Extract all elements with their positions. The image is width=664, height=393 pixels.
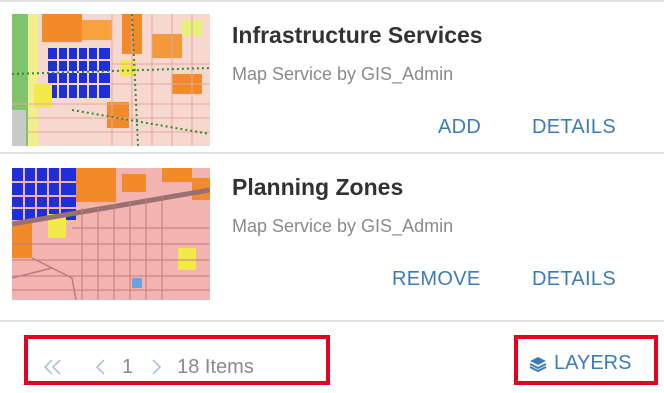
layers-label: LAYERS: [554, 352, 632, 374]
details-button[interactable]: DETAILS: [532, 116, 616, 139]
service-subtitle: Map Service by GIS_Admin: [232, 216, 454, 236]
current-page: 1: [122, 355, 134, 378]
chevron-right-icon[interactable]: [149, 357, 163, 377]
details-button[interactable]: DETAILS: [532, 268, 616, 291]
service-card-infrastructure: Infrastructure Services Map Service by G…: [0, 2, 664, 150]
pagination: 1 18 Items: [42, 352, 254, 382]
layers-button[interactable]: LAYERS: [528, 352, 631, 375]
service-card-planning: Planning Zones Map Service by GIS_Admin …: [0, 154, 664, 314]
service-title: Planning Zones: [232, 174, 404, 200]
add-button[interactable]: ADD: [438, 116, 481, 139]
double-chevron-left-icon[interactable]: [42, 357, 64, 377]
thumbnail-infrastructure-map: [12, 14, 210, 146]
layers-icon: [528, 355, 548, 373]
remove-button[interactable]: REMOVE: [392, 268, 480, 291]
service-title: Infrastructure Services: [232, 22, 483, 48]
chevron-left-icon[interactable]: [94, 357, 108, 377]
thumbnail-planning-zones-map: [12, 168, 210, 300]
footer-divider: [0, 320, 664, 322]
service-subtitle: Map Service by GIS_Admin: [232, 64, 454, 84]
item-count: 18 Items: [177, 355, 254, 378]
